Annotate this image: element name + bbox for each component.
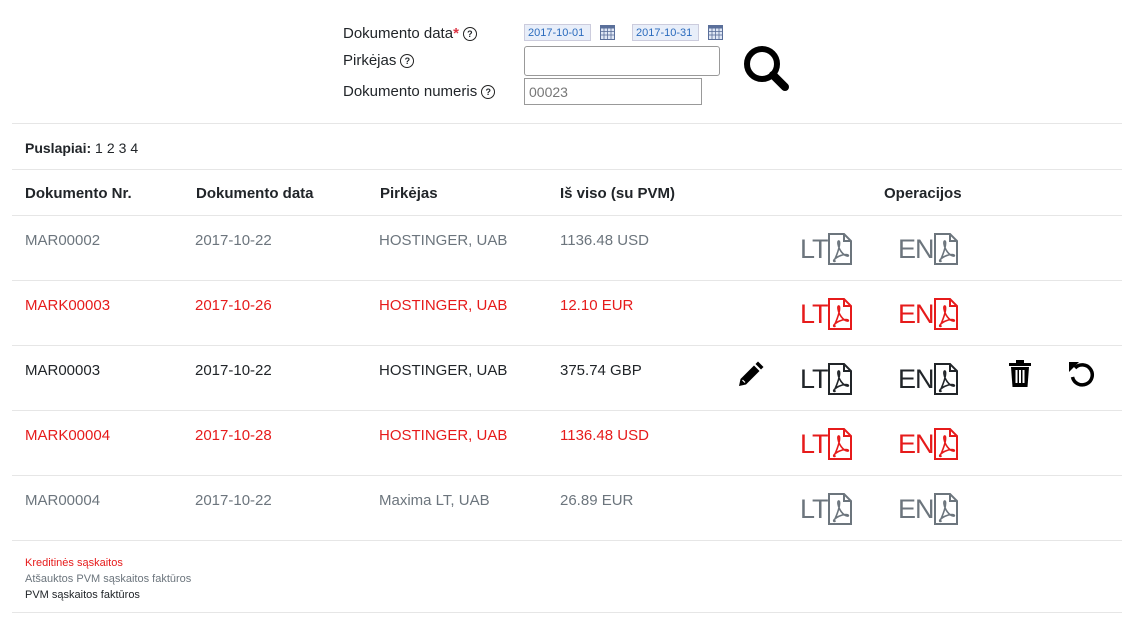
buyer-row: Pirkėjas? [343, 52, 415, 69]
page-link-4[interactable]: 4 [130, 140, 138, 156]
buyer-input[interactable] [524, 46, 720, 76]
pdf-file-icon [933, 298, 958, 330]
pdf-lt-button[interactable]: LT [800, 232, 853, 266]
pdf-en-button[interactable]: EN [898, 362, 959, 396]
pdf-lang-label: EN [898, 299, 935, 329]
divider [12, 540, 1122, 541]
question-circle-icon[interactable]: ? [400, 54, 415, 68]
pdf-lt-button[interactable]: LT [800, 427, 853, 461]
buyer-cell: HOSTINGER, UAB [379, 232, 508, 249]
question-circle-icon[interactable]: ? [462, 27, 477, 41]
table-row: MAR00003 2017-10-22 HOSTINGER, UAB 375.7… [12, 346, 1122, 411]
buyer-cell: HOSTINGER, UAB [379, 297, 508, 314]
pdf-lang-label: LT [800, 429, 828, 459]
pdf-lt-button[interactable]: LT [800, 362, 853, 396]
doc-number-cell[interactable]: MAR00002 [25, 232, 100, 249]
col-header-doc-nr: Dokumento Nr. [25, 185, 132, 202]
search-icon[interactable] [740, 42, 792, 94]
undo-icon[interactable] [1068, 360, 1096, 388]
calendar-icon[interactable] [708, 25, 723, 40]
doc-date-cell: 2017-10-22 [195, 362, 272, 379]
pdf-lang-label: LT [800, 494, 828, 524]
divider [12, 169, 1122, 170]
pdf-lang-label: EN [898, 429, 935, 459]
trash-icon[interactable] [1008, 360, 1032, 388]
question-circle-icon[interactable]: ? [481, 85, 496, 99]
pdf-file-icon [827, 363, 852, 395]
pagination: Puslapiai: 1234 [25, 140, 142, 156]
table-row: MAR00004 2017-10-22 Maxima LT, UAB 26.89… [12, 476, 1122, 541]
page-link-3[interactable]: 3 [119, 140, 127, 156]
buyer-cell: Maxima LT, UAB [379, 492, 490, 509]
table-row: MAR00002 2017-10-22 HOSTINGER, UAB 1136.… [12, 216, 1122, 281]
doc-date-cell: 2017-10-22 [195, 492, 272, 509]
doc-number-input[interactable] [524, 78, 702, 105]
pdf-lang-label: LT [800, 234, 828, 264]
pdf-lang-label: EN [898, 494, 935, 524]
total-cell: 375.74 GBP [560, 362, 642, 379]
pdf-lang-label: LT [800, 364, 828, 394]
pencil-icon[interactable] [736, 361, 764, 389]
doc-number-cell[interactable]: MAR00003 [25, 362, 100, 379]
pdf-lang-label: EN [898, 234, 935, 264]
pdf-file-icon [827, 233, 852, 265]
doc-number-label: Dokumento numeris [343, 83, 478, 100]
pdf-file-icon [933, 363, 958, 395]
col-header-buyer: Pirkėjas [380, 185, 438, 202]
buyer-label: Pirkėjas [343, 52, 397, 69]
doc-number-row: Dokumento numeris? [343, 83, 496, 100]
pdf-file-icon [933, 493, 958, 525]
doc-date-row: Dokumento data*? [343, 25, 477, 42]
pdf-file-icon [827, 298, 852, 330]
buyer-cell: HOSTINGER, UAB [379, 427, 508, 444]
pdf-en-button[interactable]: EN [898, 492, 959, 526]
total-cell: 26.89 EUR [560, 492, 634, 509]
divider [12, 123, 1122, 124]
buyer-cell: HOSTINGER, UAB [379, 362, 508, 379]
total-cell: 1136.48 USD [560, 427, 649, 444]
date-to-input[interactable]: 2017-10-31 [632, 24, 699, 41]
total-cell: 1136.48 USD [560, 232, 649, 249]
legend-cancelled: Atšauktos PVM sąskaitos faktūros [25, 573, 192, 585]
date-from-input[interactable]: 2017-10-01 [524, 24, 591, 41]
page-link-2[interactable]: 2 [107, 140, 115, 156]
doc-date-cell: 2017-10-22 [195, 232, 272, 249]
table-row: MARK00004 2017-10-28 HOSTINGER, UAB 1136… [12, 411, 1122, 476]
pagination-label: Puslapiai: [25, 140, 92, 156]
total-cell: 12.10 EUR [560, 297, 634, 314]
pdf-en-button[interactable]: EN [898, 427, 959, 461]
col-header-total: Iš viso (su PVM) [560, 185, 676, 202]
doc-number-cell[interactable]: MAR00004 [25, 492, 100, 509]
legend-credit: Kreditinės sąskaitos [25, 557, 123, 569]
doc-date-label: Dokumento data [343, 25, 454, 42]
required-mark: * [453, 25, 459, 42]
table-row: MARK00003 2017-10-26 HOSTINGER, UAB 12.1… [12, 281, 1122, 346]
pdf-en-button[interactable]: EN [898, 297, 959, 331]
col-header-operations: Operacijos [884, 185, 962, 202]
doc-number-cell[interactable]: MARK00003 [25, 297, 110, 314]
pdf-en-button[interactable]: EN [898, 232, 959, 266]
pdf-lt-button[interactable]: LT [800, 297, 853, 331]
pdf-file-icon [827, 493, 852, 525]
legend: Kreditinės sąskaitos Atšauktos PVM sąska… [25, 555, 191, 603]
pdf-file-icon [827, 428, 852, 460]
divider [12, 612, 1122, 613]
doc-date-cell: 2017-10-26 [195, 297, 272, 314]
col-header-doc-date: Dokumento data [196, 185, 314, 202]
pdf-lang-label: LT [800, 299, 828, 329]
legend-invoice: PVM sąskaitos faktūros [25, 589, 140, 601]
pdf-file-icon [933, 428, 958, 460]
doc-date-cell: 2017-10-28 [195, 427, 272, 444]
pdf-file-icon [933, 233, 958, 265]
doc-number-cell[interactable]: MARK00004 [25, 427, 110, 444]
page-link-1[interactable]: 1 [95, 140, 103, 156]
pdf-lang-label: EN [898, 364, 935, 394]
pdf-lt-button[interactable]: LT [800, 492, 853, 526]
calendar-icon[interactable] [600, 25, 615, 40]
